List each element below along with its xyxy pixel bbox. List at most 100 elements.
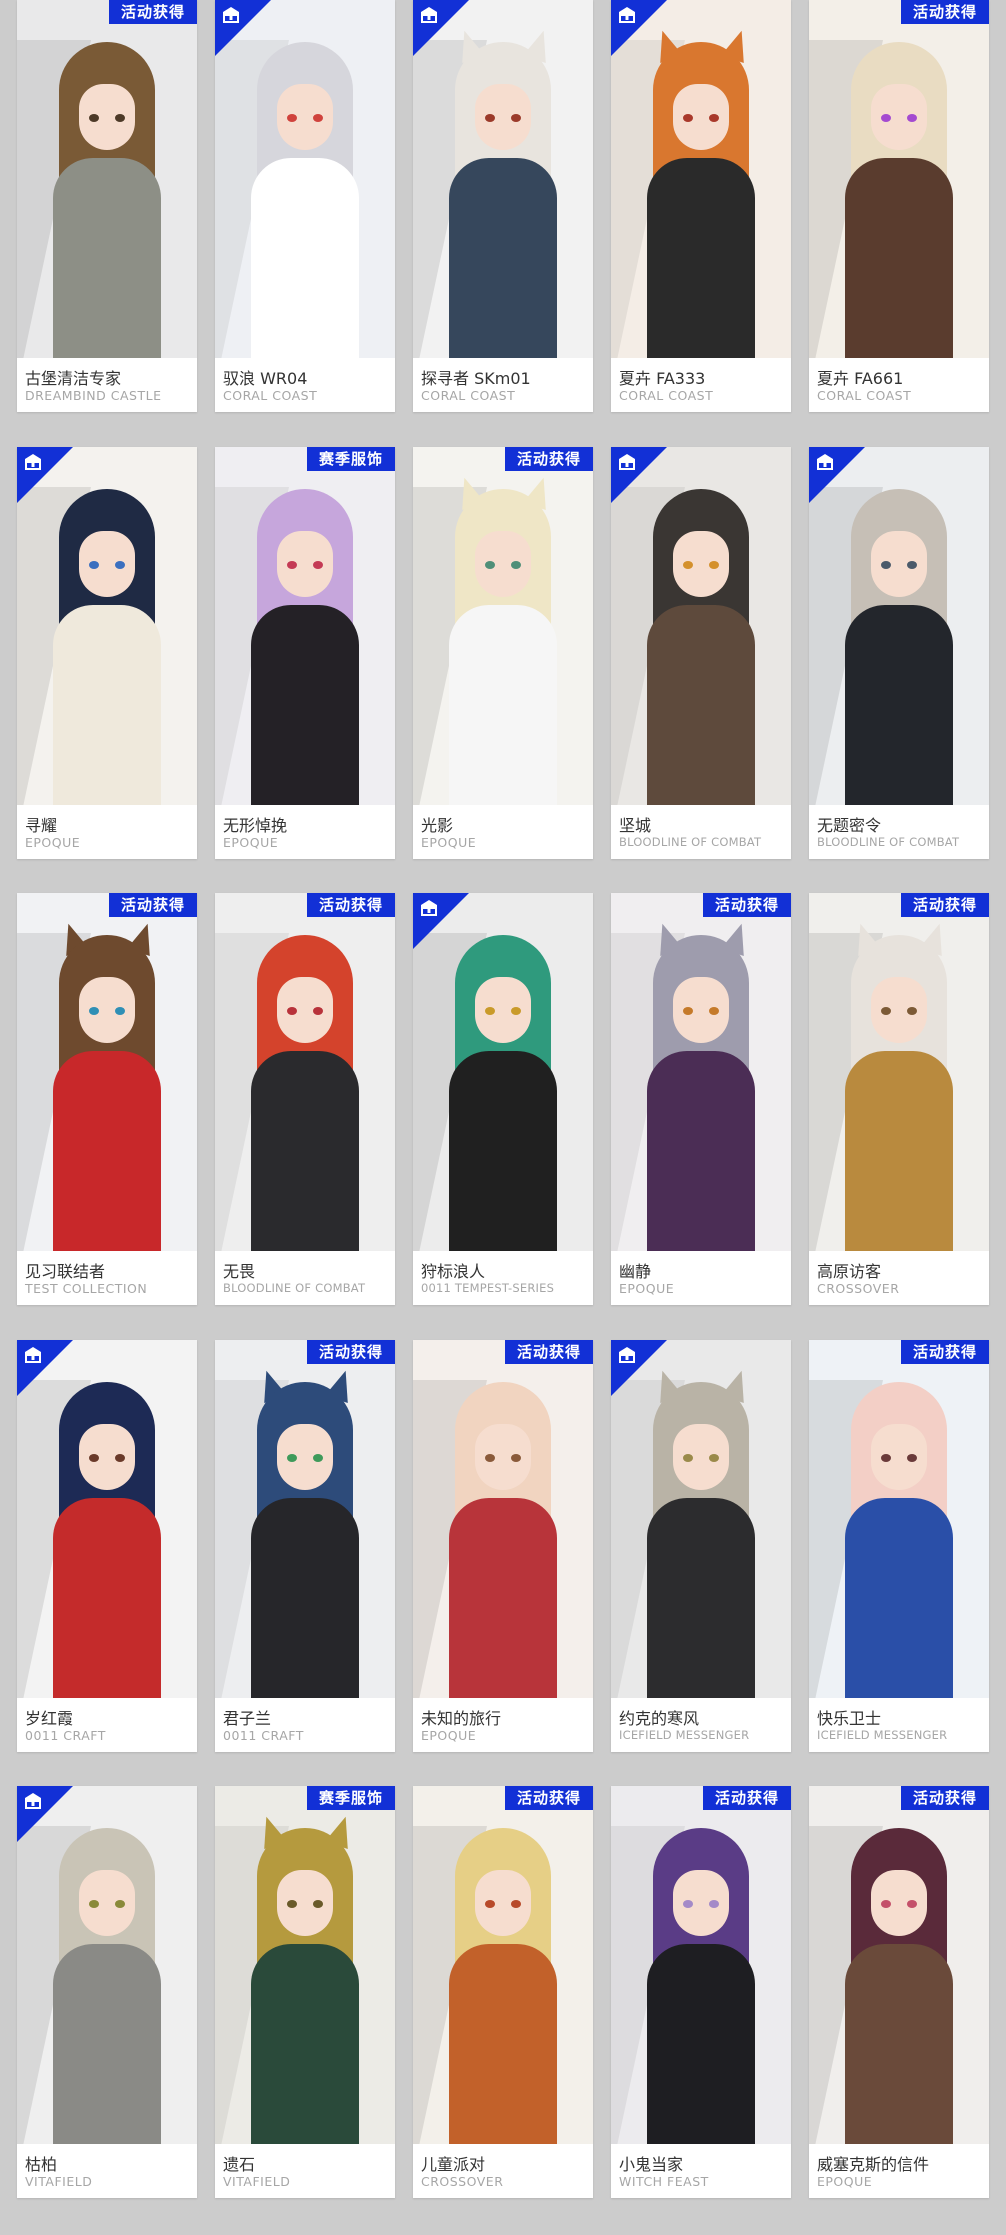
skin-card[interactable]: 约克的寒风 ICEFIELD MESSENGER [611, 1340, 791, 1752]
eye-shape [511, 1900, 521, 1908]
face-shape [79, 531, 135, 597]
skin-series: CROSSOVER [817, 1281, 900, 1296]
eye-shape [485, 1454, 495, 1462]
skin-series: ICEFIELD MESSENGER [817, 1728, 948, 1742]
event-reward-badge: 活动获得 [307, 893, 395, 917]
eye-shape [287, 114, 297, 122]
skin-artwork: 赛季服饰 [215, 447, 395, 805]
outfit-shape [647, 1498, 755, 1698]
skin-info: 幽静 EPOQUE [611, 1251, 791, 1305]
skin-series: 0011 TEMPEST-SERIES [421, 1281, 555, 1295]
skin-name: 君子兰 [223, 1709, 272, 1728]
skin-info: 君子兰 0011 CRAFT [215, 1698, 395, 1752]
chest-icon [817, 454, 833, 470]
skin-series: ICEFIELD MESSENGER [619, 1728, 750, 1742]
outfit-shape [449, 158, 557, 358]
skin-card[interactable]: 活动获得 未知的旅行 EPOQUE [413, 1340, 593, 1752]
eye-shape [709, 1007, 719, 1015]
outfit-shape [647, 158, 755, 358]
skin-card[interactable]: 活动获得 见习联结者 TEST COLLECTION [17, 893, 197, 1305]
skin-card[interactable]: 枯柏 VITAFIELD [17, 1786, 197, 2198]
skin-series: CORAL COAST [223, 388, 318, 403]
outfit-shape [449, 605, 557, 805]
skin-name: 见习联结者 [25, 1262, 106, 1281]
eye-shape [89, 1454, 99, 1462]
face-shape [79, 84, 135, 150]
chest-icon [619, 7, 635, 23]
skin-card[interactable]: 活动获得 古堡清洁专家 DREAMBIND CASTLE [17, 0, 197, 412]
character-figure [441, 923, 565, 1251]
skin-card[interactable]: 无题密令 BLOODLINE OF COMBAT [809, 447, 989, 859]
face-shape [871, 531, 927, 597]
skin-card[interactable]: 活动获得 无畏 BLOODLINE OF COMBAT [215, 893, 395, 1305]
skin-info: 狩标浪人 0011 TEMPEST-SERIES [413, 1251, 593, 1305]
eye-shape [511, 1007, 521, 1015]
skin-name: 坚城 [619, 816, 652, 835]
skin-card[interactable]: 探寻者 SKm01 CORAL COAST [413, 0, 593, 412]
chest-icon [619, 454, 635, 470]
eye-shape [881, 1900, 891, 1908]
skin-card[interactable]: 狩标浪人 0011 TEMPEST-SERIES [413, 893, 593, 1305]
skin-artwork: 赛季服饰 [215, 1786, 395, 2144]
skin-artwork [413, 0, 593, 358]
skin-series: EPOQUE [421, 1728, 477, 1743]
skin-series: BLOODLINE OF COMBAT [619, 835, 762, 849]
skin-name: 小鬼当家 [619, 2155, 684, 2174]
eye-shape [511, 114, 521, 122]
skin-card[interactable]: 赛季服饰 遗石 VITAFIELD [215, 1786, 395, 2198]
skin-card[interactable]: 寻耀 EPOQUE [17, 447, 197, 859]
skin-info: 小鬼当家 WITCH FEAST [611, 2144, 791, 2198]
skin-card[interactable]: 活动获得 儿童派对 CROSSOVER [413, 1786, 593, 2198]
face-shape [277, 84, 333, 150]
skin-series: EPOQUE [619, 1281, 675, 1296]
skin-card[interactable]: 活动获得 威塞克斯的信件 EPOQUE [809, 1786, 989, 2198]
skin-card[interactable]: 岁红霞 0011 CRAFT [17, 1340, 197, 1752]
skin-card[interactable]: 活动获得 光影 EPOQUE [413, 447, 593, 859]
skin-card[interactable]: 赛季服饰 无形悼挽 EPOQUE [215, 447, 395, 859]
eye-shape [115, 1007, 125, 1015]
outfit-shape [53, 158, 161, 358]
skin-name: 约克的寒风 [619, 1709, 700, 1728]
eye-shape [313, 114, 323, 122]
skin-name: 探寻者 SKm01 [421, 369, 531, 388]
chest-icon [421, 900, 437, 916]
skin-card[interactable]: 驭浪 WR04 CORAL COAST [215, 0, 395, 412]
skin-card[interactable]: 活动获得 快乐卫士 ICEFIELD MESSENGER [809, 1340, 989, 1752]
skin-card[interactable]: 活动获得 幽静 EPOQUE [611, 893, 791, 1305]
eye-shape [485, 1900, 495, 1908]
skin-card[interactable]: 坚城 BLOODLINE OF COMBAT [611, 447, 791, 859]
skin-artwork [17, 447, 197, 805]
skin-name: 枯柏 [25, 2155, 58, 2174]
eye-shape [89, 1900, 99, 1908]
skin-name: 夏卉 FA333 [619, 369, 706, 388]
eye-shape [683, 1454, 693, 1462]
skin-info: 坚城 BLOODLINE OF COMBAT [611, 805, 791, 859]
character-figure [243, 477, 367, 805]
character-figure [639, 920, 763, 1251]
skin-info: 遗石 VITAFIELD [215, 2144, 395, 2198]
skin-card[interactable]: 活动获得 君子兰 0011 CRAFT [215, 1340, 395, 1752]
outfit-shape [647, 1051, 755, 1251]
skin-card[interactable]: 活动获得 高原访客 CROSSOVER [809, 893, 989, 1305]
skin-name: 快乐卫士 [817, 1709, 882, 1728]
skin-card[interactable]: 活动获得 夏卉 FA661 CORAL COAST [809, 0, 989, 412]
eye-shape [881, 1454, 891, 1462]
outfit-shape [53, 605, 161, 805]
eye-shape [115, 561, 125, 569]
eye-shape [115, 1454, 125, 1462]
skin-card[interactable]: 活动获得小鬼当家 WITCH FEAST [611, 1786, 791, 2198]
skin-info: 古堡清洁专家 DREAMBIND CASTLE [17, 358, 197, 412]
event-reward-badge: 活动获得 [703, 1786, 791, 1810]
skin-series: BLOODLINE OF COMBAT [817, 835, 960, 849]
character-figure [45, 1370, 169, 1698]
character-figure [441, 1370, 565, 1698]
chest-icon [223, 7, 239, 23]
eye-shape [907, 1900, 917, 1908]
skin-artwork [413, 893, 593, 1251]
character-figure [45, 477, 169, 805]
outfit-shape [53, 1498, 161, 1698]
eye-shape [485, 561, 495, 569]
skin-info: 见习联结者 TEST COLLECTION [17, 1251, 197, 1305]
skin-series: 0011 CRAFT [223, 1728, 304, 1743]
skin-card[interactable]: 夏卉 FA333 CORAL COAST [611, 0, 791, 412]
